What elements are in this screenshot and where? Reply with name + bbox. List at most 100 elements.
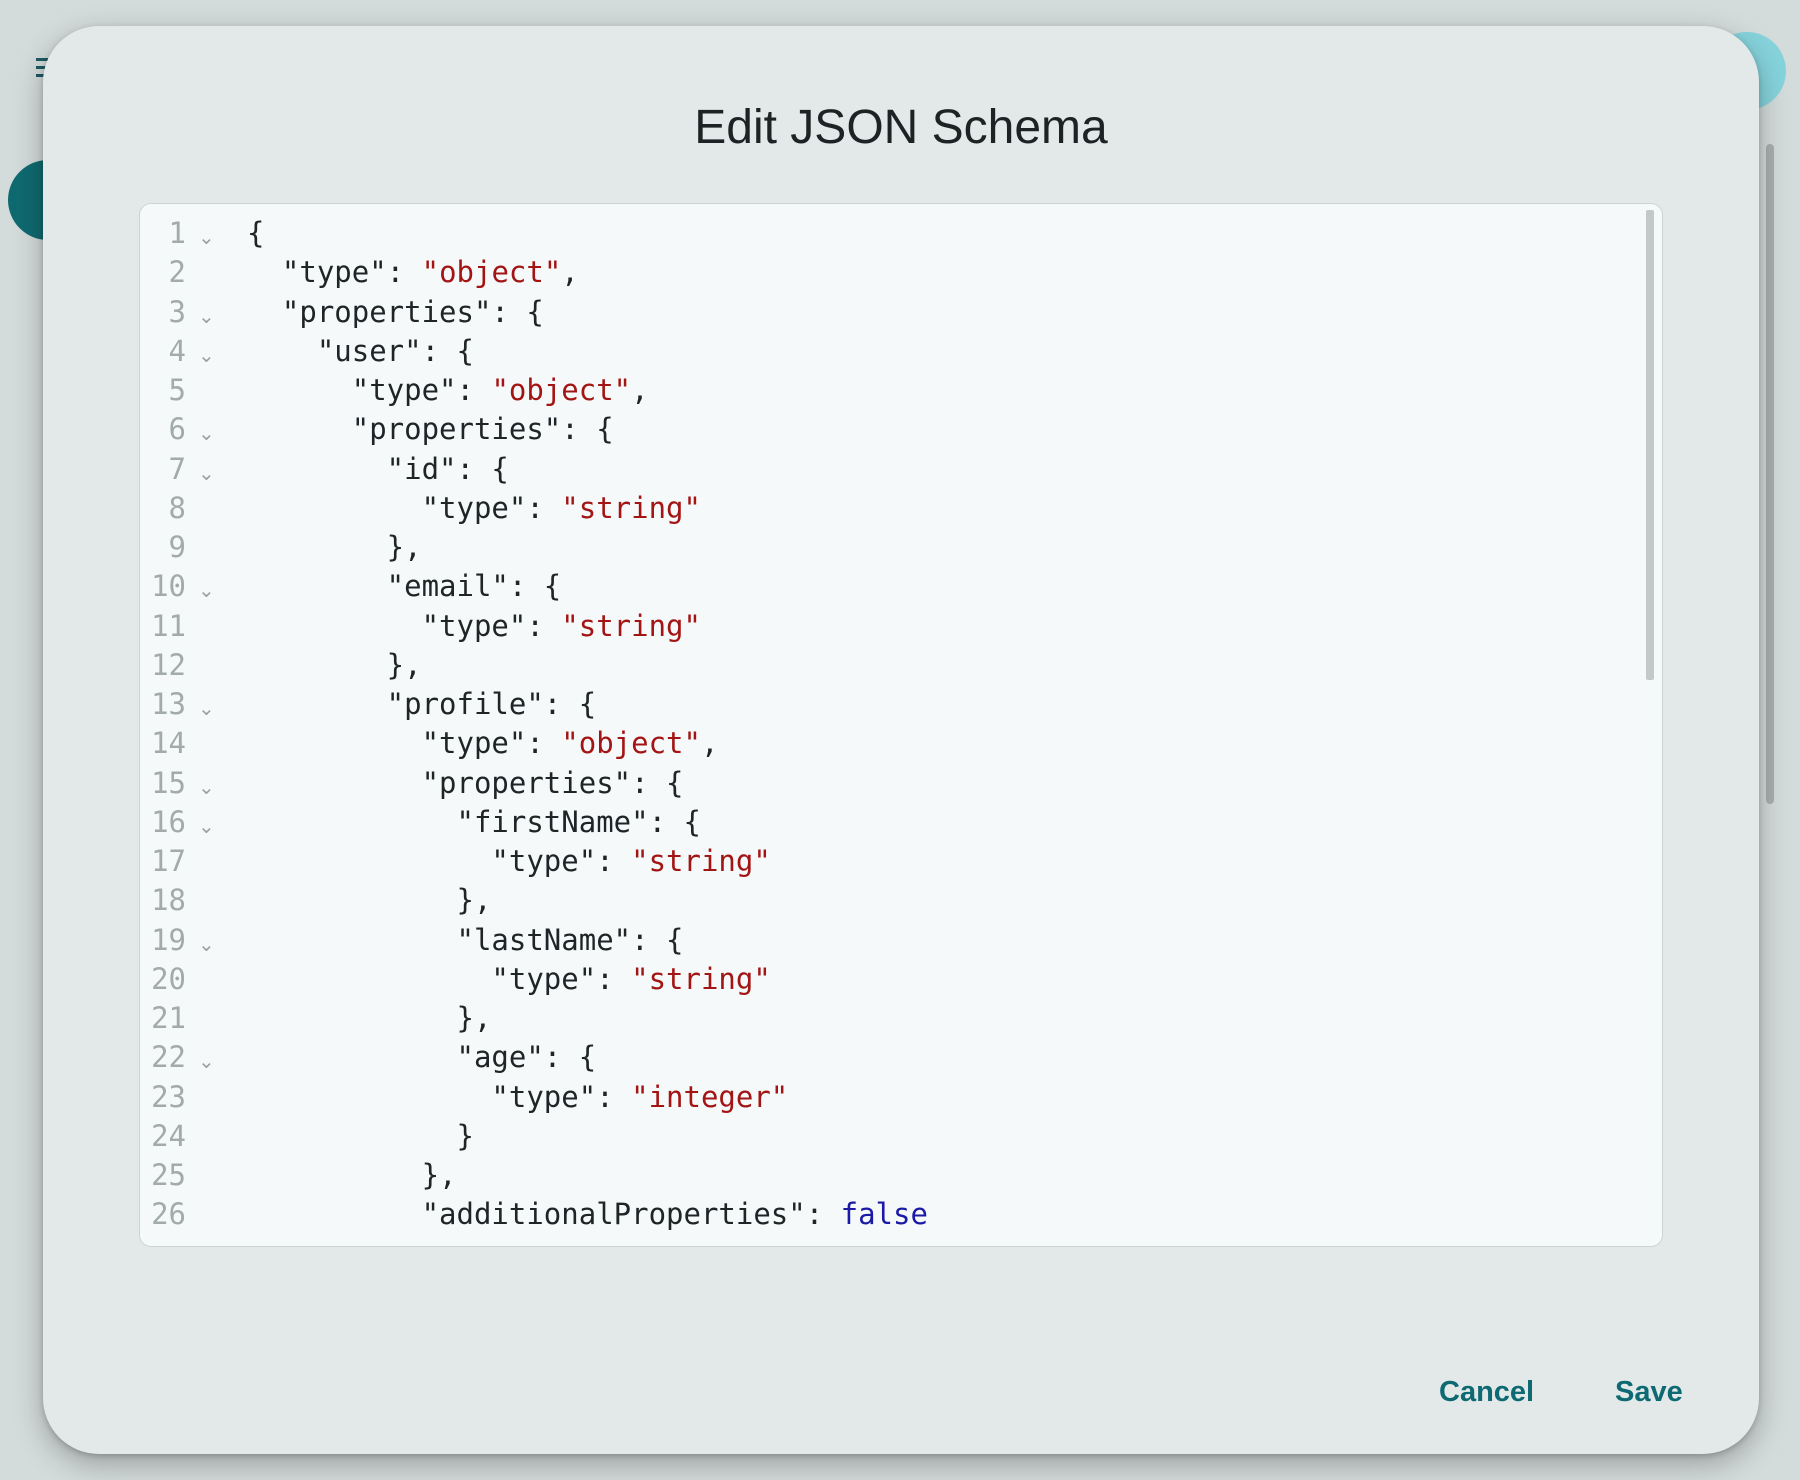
line-number: 8 xyxy=(168,490,186,525)
code-text: "type": "object", xyxy=(247,724,719,763)
editor-scrollbar[interactable] xyxy=(1646,210,1654,680)
edit-json-schema-dialog: Edit JSON Schema 1 ⌄{2 "type": "object", 3… xyxy=(43,26,1759,1454)
string-token: "string" xyxy=(631,961,771,996)
save-button[interactable]: Save xyxy=(1603,1368,1695,1417)
code-line[interactable]: 4 ⌄ "user": { xyxy=(140,332,1630,371)
code-text: "properties": { xyxy=(247,410,614,449)
code-line[interactable]: 19 ⌄ "lastName": { xyxy=(140,921,1630,960)
code-token: "properties": { xyxy=(247,765,684,800)
code-token: "type": xyxy=(247,255,422,290)
line-number: 11 xyxy=(151,608,186,643)
code-text: }, xyxy=(247,646,422,685)
code-line[interactable]: 15 ⌄ "properties": { xyxy=(140,764,1630,803)
code-line[interactable]: 12 }, xyxy=(140,646,1630,685)
code-token: { xyxy=(247,216,265,250)
code-line[interactable]: 2 "type": "object", xyxy=(140,253,1630,292)
code-text: "type": "integer" xyxy=(247,1078,788,1117)
code-token: "type": xyxy=(247,490,562,525)
code-token: "lastName": { xyxy=(247,922,684,957)
code-line[interactable]: 7 ⌄ "id": { xyxy=(140,450,1630,489)
code-text: "type": "object", xyxy=(247,371,649,410)
line-number: 7 xyxy=(168,451,186,486)
page-scrollbar xyxy=(1766,144,1774,804)
line-number: 20 xyxy=(151,961,186,996)
code-token: } xyxy=(247,1118,474,1153)
json-code-editor[interactable]: 1 ⌄{2 "type": "object", 3 ⌄ "properties": {… xyxy=(139,203,1663,1247)
code-token: }, xyxy=(247,1001,492,1035)
line-number: 14 xyxy=(151,726,186,761)
line-number: 6 xyxy=(168,412,186,447)
code-line[interactable]: 18 }, xyxy=(140,881,1630,920)
code-text: "properties": { xyxy=(247,764,684,803)
dialog-title: Edit JSON Schema xyxy=(694,101,1108,154)
line-number: 22 xyxy=(151,1040,186,1075)
code-token: }, xyxy=(247,883,492,918)
code-line[interactable]: 3 ⌄ "properties": { xyxy=(140,293,1630,332)
code-line[interactable]: 11 "type": "string" xyxy=(140,607,1630,646)
code-line[interactable]: 21 }, xyxy=(140,999,1630,1038)
code-token: "firstName": { xyxy=(247,804,701,839)
line-number: 1 xyxy=(168,216,186,250)
string-token: "string" xyxy=(561,490,701,525)
line-number: 2 xyxy=(168,255,186,290)
code-text: "type": "object", xyxy=(247,253,579,292)
code-token: }, xyxy=(247,1158,457,1192)
code-token: "type": xyxy=(247,1079,632,1114)
code-line[interactable]: 13 ⌄ "profile": { xyxy=(140,685,1630,724)
line-number: 19 xyxy=(151,922,186,957)
code-token: , xyxy=(561,255,579,290)
line-number: 15 xyxy=(151,765,186,800)
keyword-token: false xyxy=(840,1197,928,1232)
code-token: }, xyxy=(247,530,422,564)
line-number: 21 xyxy=(151,1001,186,1035)
code-line[interactable]: 16 ⌄ "firstName": { xyxy=(140,803,1630,842)
line-number: 17 xyxy=(151,844,186,878)
code-text: "type": "string" xyxy=(247,960,771,999)
line-number: 9 xyxy=(168,530,186,564)
string-token: "object" xyxy=(491,373,632,407)
code-line[interactable]: 24 } xyxy=(140,1117,1630,1156)
cancel-button[interactable]: Cancel xyxy=(1427,1368,1546,1417)
string-token: "object" xyxy=(421,255,562,290)
code-token: "id": { xyxy=(247,451,509,486)
code-token: "type": xyxy=(247,373,492,407)
code-line[interactable]: 25 }, xyxy=(140,1156,1630,1195)
code-line[interactable]: 14 "type": "object", xyxy=(140,724,1630,763)
code-line[interactable]: 10 ⌄ "email": { xyxy=(140,567,1630,606)
code-line[interactable]: 17 "type": "string" xyxy=(140,842,1630,881)
code-text: }, xyxy=(247,881,492,920)
line-number: 10 xyxy=(151,569,186,604)
code-token: "profile": { xyxy=(247,687,597,721)
code-token: "email": { xyxy=(247,569,562,604)
code-token: "user": { xyxy=(247,333,474,368)
code-text: "type": "string" xyxy=(247,489,701,528)
code-token: }, xyxy=(247,647,422,682)
code-token: , xyxy=(631,373,649,407)
code-text: "id": { xyxy=(247,450,509,489)
line-number: 26 xyxy=(151,1197,186,1232)
code-line[interactable]: 6 ⌄ "properties": { xyxy=(140,410,1630,449)
code-line[interactable]: 9 }, xyxy=(140,528,1630,567)
line-number: 18 xyxy=(151,883,186,918)
code-text: "profile": { xyxy=(247,685,597,724)
code-line[interactable]: 1 ⌄{ xyxy=(140,214,1630,253)
code-text: }, xyxy=(247,999,492,1038)
code-line[interactable]: 22 ⌄ "age": { xyxy=(140,1038,1630,1077)
code-line[interactable]: 5 "type": "object", xyxy=(140,371,1630,410)
code-text: "email": { xyxy=(247,567,562,606)
line-number: 12 xyxy=(151,647,186,682)
code-text: "additionalProperties": false xyxy=(247,1195,928,1234)
line-number: 25 xyxy=(151,1158,186,1192)
code-line[interactable]: 20 "type": "string" xyxy=(140,960,1630,999)
code-text: { xyxy=(247,214,264,253)
code-line[interactable]: 8 "type": "string" xyxy=(140,489,1630,528)
code-line[interactable]: 23 "type": "integer" xyxy=(140,1078,1630,1117)
line-number: 23 xyxy=(151,1079,186,1114)
code-text: "type": "string" xyxy=(247,607,701,646)
code-line[interactable]: 26 "additionalProperties": false xyxy=(140,1195,1630,1234)
code-token: "properties": { xyxy=(247,412,614,447)
line-number: 24 xyxy=(151,1118,186,1153)
string-token: "string" xyxy=(561,608,701,643)
code-text: } xyxy=(247,1117,474,1156)
code-token: "age": { xyxy=(247,1040,597,1075)
